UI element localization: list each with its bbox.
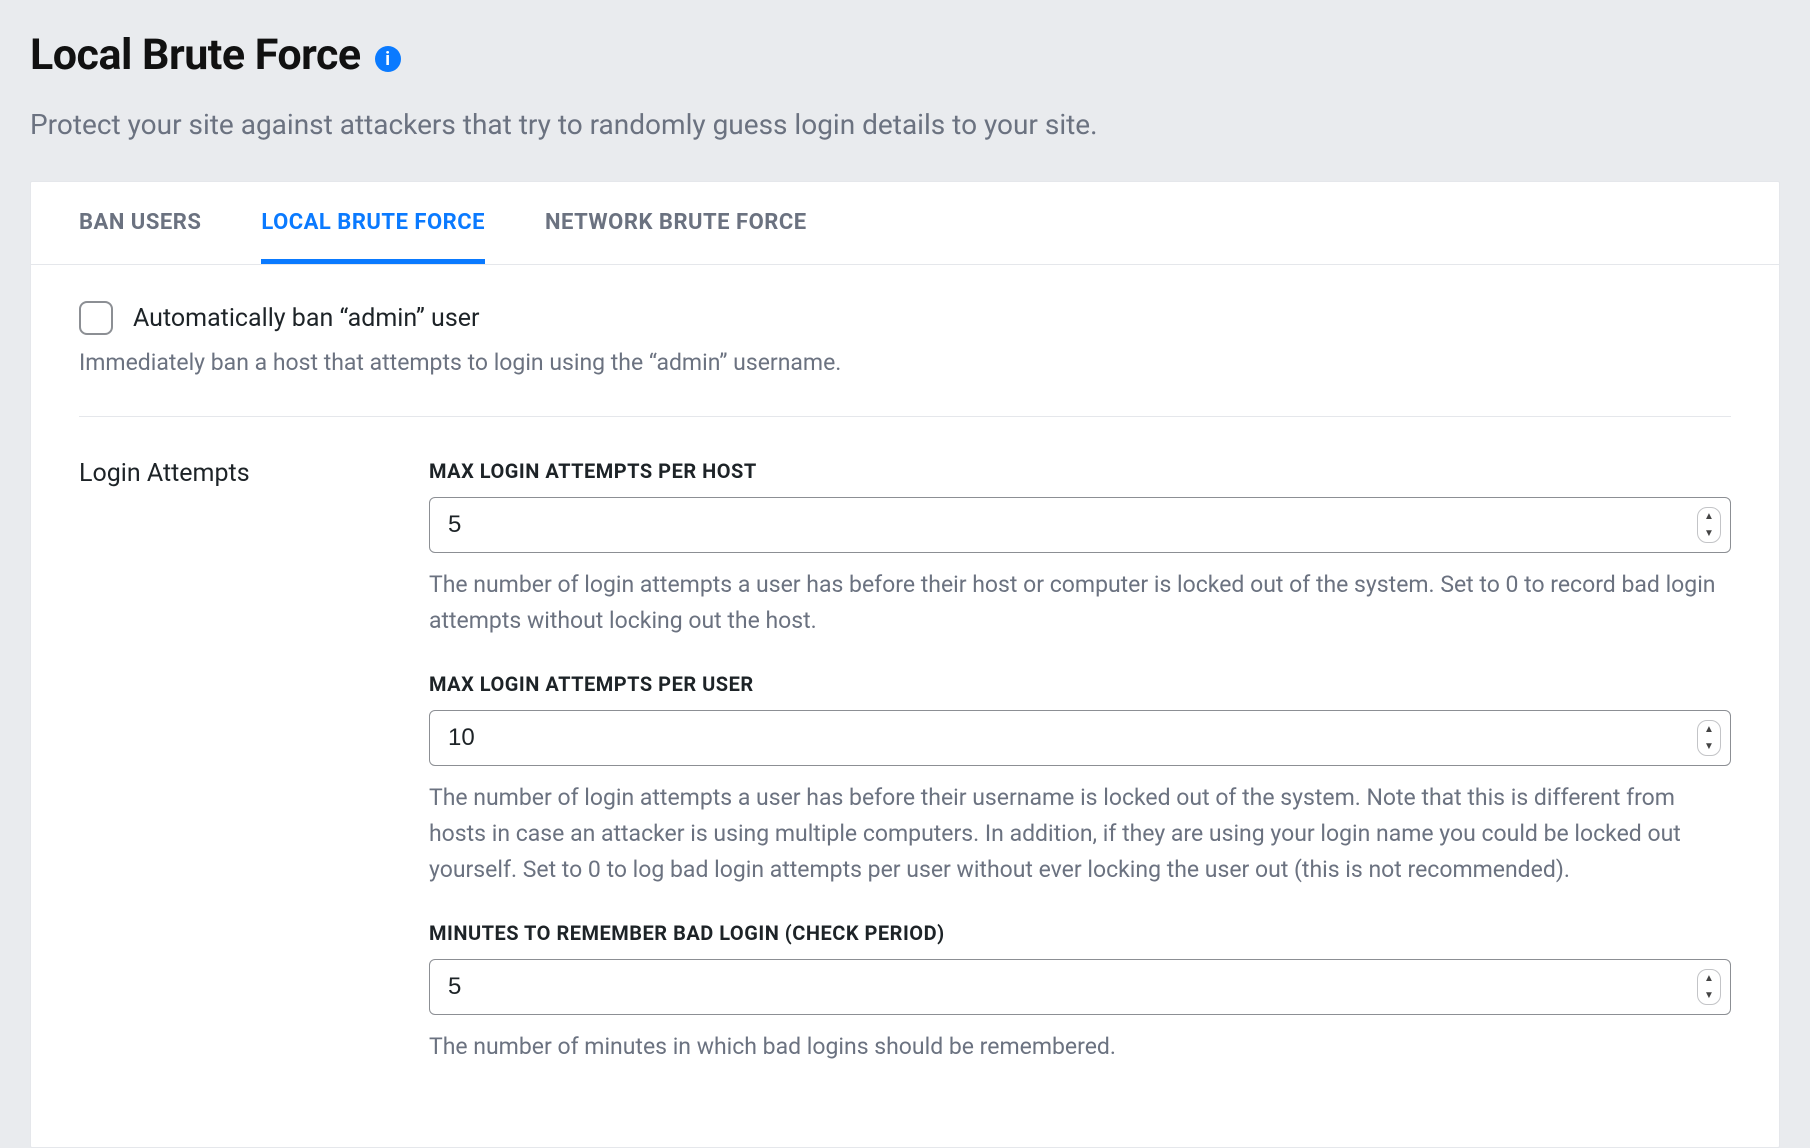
autoban-row: Automatically ban “admin” user xyxy=(79,301,1731,335)
max-per-host-stepper[interactable]: ▲ ▼ xyxy=(1697,507,1721,543)
minutes-remember-stepper[interactable]: ▲ ▼ xyxy=(1697,969,1721,1005)
field-max-per-host-input-wrap: ▲ ▼ xyxy=(429,497,1731,553)
autoban-label: Automatically ban “admin” user xyxy=(133,304,479,333)
divider xyxy=(79,416,1731,417)
settings-card: BAN USERS LOCAL BRUTE FORCE NETWORK BRUT… xyxy=(30,181,1780,1148)
chevron-down-icon: ▼ xyxy=(1698,525,1720,542)
login-attempts-label: Login Attempts xyxy=(79,459,329,1099)
autoban-desc: Immediately ban a host that attempts to … xyxy=(79,349,1731,376)
tab-local-brute-force[interactable]: LOCAL BRUTE FORCE xyxy=(261,182,485,264)
field-max-per-host: MAX LOGIN ATTEMPTS PER HOST ▲ ▼ The numb… xyxy=(429,459,1731,638)
login-attempts-content: MAX LOGIN ATTEMPTS PER HOST ▲ ▼ The numb… xyxy=(429,459,1731,1099)
field-minutes-remember-help: The number of minutes in which bad login… xyxy=(429,1029,1731,1065)
page-title-row: Local Brute Force i xyxy=(30,30,1780,80)
field-max-per-host-help: The number of login attempts a user has … xyxy=(429,567,1731,638)
page-header: Local Brute Force i Protect your site ag… xyxy=(30,30,1780,141)
chevron-up-icon: ▲ xyxy=(1698,721,1720,738)
page-title: Local Brute Force xyxy=(30,30,361,80)
max-per-user-stepper[interactable]: ▲ ▼ xyxy=(1697,720,1721,756)
chevron-down-icon: ▼ xyxy=(1698,738,1720,755)
page-subtitle: Protect your site against attackers that… xyxy=(30,108,1780,141)
field-minutes-remember-label: MINUTES TO REMEMBER BAD LOGIN (CHECK PER… xyxy=(429,921,1731,945)
chevron-down-icon: ▼ xyxy=(1698,987,1720,1004)
info-icon[interactable]: i xyxy=(375,46,401,72)
field-max-per-user-input-wrap: ▲ ▼ xyxy=(429,710,1731,766)
field-max-per-user: MAX LOGIN ATTEMPTS PER USER ▲ ▼ The numb… xyxy=(429,672,1731,887)
max-per-user-input[interactable] xyxy=(429,710,1731,766)
chevron-up-icon: ▲ xyxy=(1698,970,1720,987)
field-max-per-user-help: The number of login attempts a user has … xyxy=(429,780,1731,887)
autoban-checkbox[interactable] xyxy=(79,301,113,335)
login-attempts-section: Login Attempts MAX LOGIN ATTEMPTS PER HO… xyxy=(79,459,1731,1099)
tabs: BAN USERS LOCAL BRUTE FORCE NETWORK BRUT… xyxy=(31,182,1779,265)
field-max-per-host-label: MAX LOGIN ATTEMPTS PER HOST xyxy=(429,459,1731,483)
tab-network-brute-force[interactable]: NETWORK BRUTE FORCE xyxy=(545,182,807,264)
field-max-per-user-label: MAX LOGIN ATTEMPTS PER USER xyxy=(429,672,1731,696)
minutes-remember-input[interactable] xyxy=(429,959,1731,1015)
card-body: Automatically ban “admin” user Immediate… xyxy=(31,265,1779,1147)
field-minutes-remember-input-wrap: ▲ ▼ xyxy=(429,959,1731,1015)
tab-ban-users[interactable]: BAN USERS xyxy=(79,182,201,264)
chevron-up-icon: ▲ xyxy=(1698,508,1720,525)
max-per-host-input[interactable] xyxy=(429,497,1731,553)
field-minutes-remember: MINUTES TO REMEMBER BAD LOGIN (CHECK PER… xyxy=(429,921,1731,1065)
